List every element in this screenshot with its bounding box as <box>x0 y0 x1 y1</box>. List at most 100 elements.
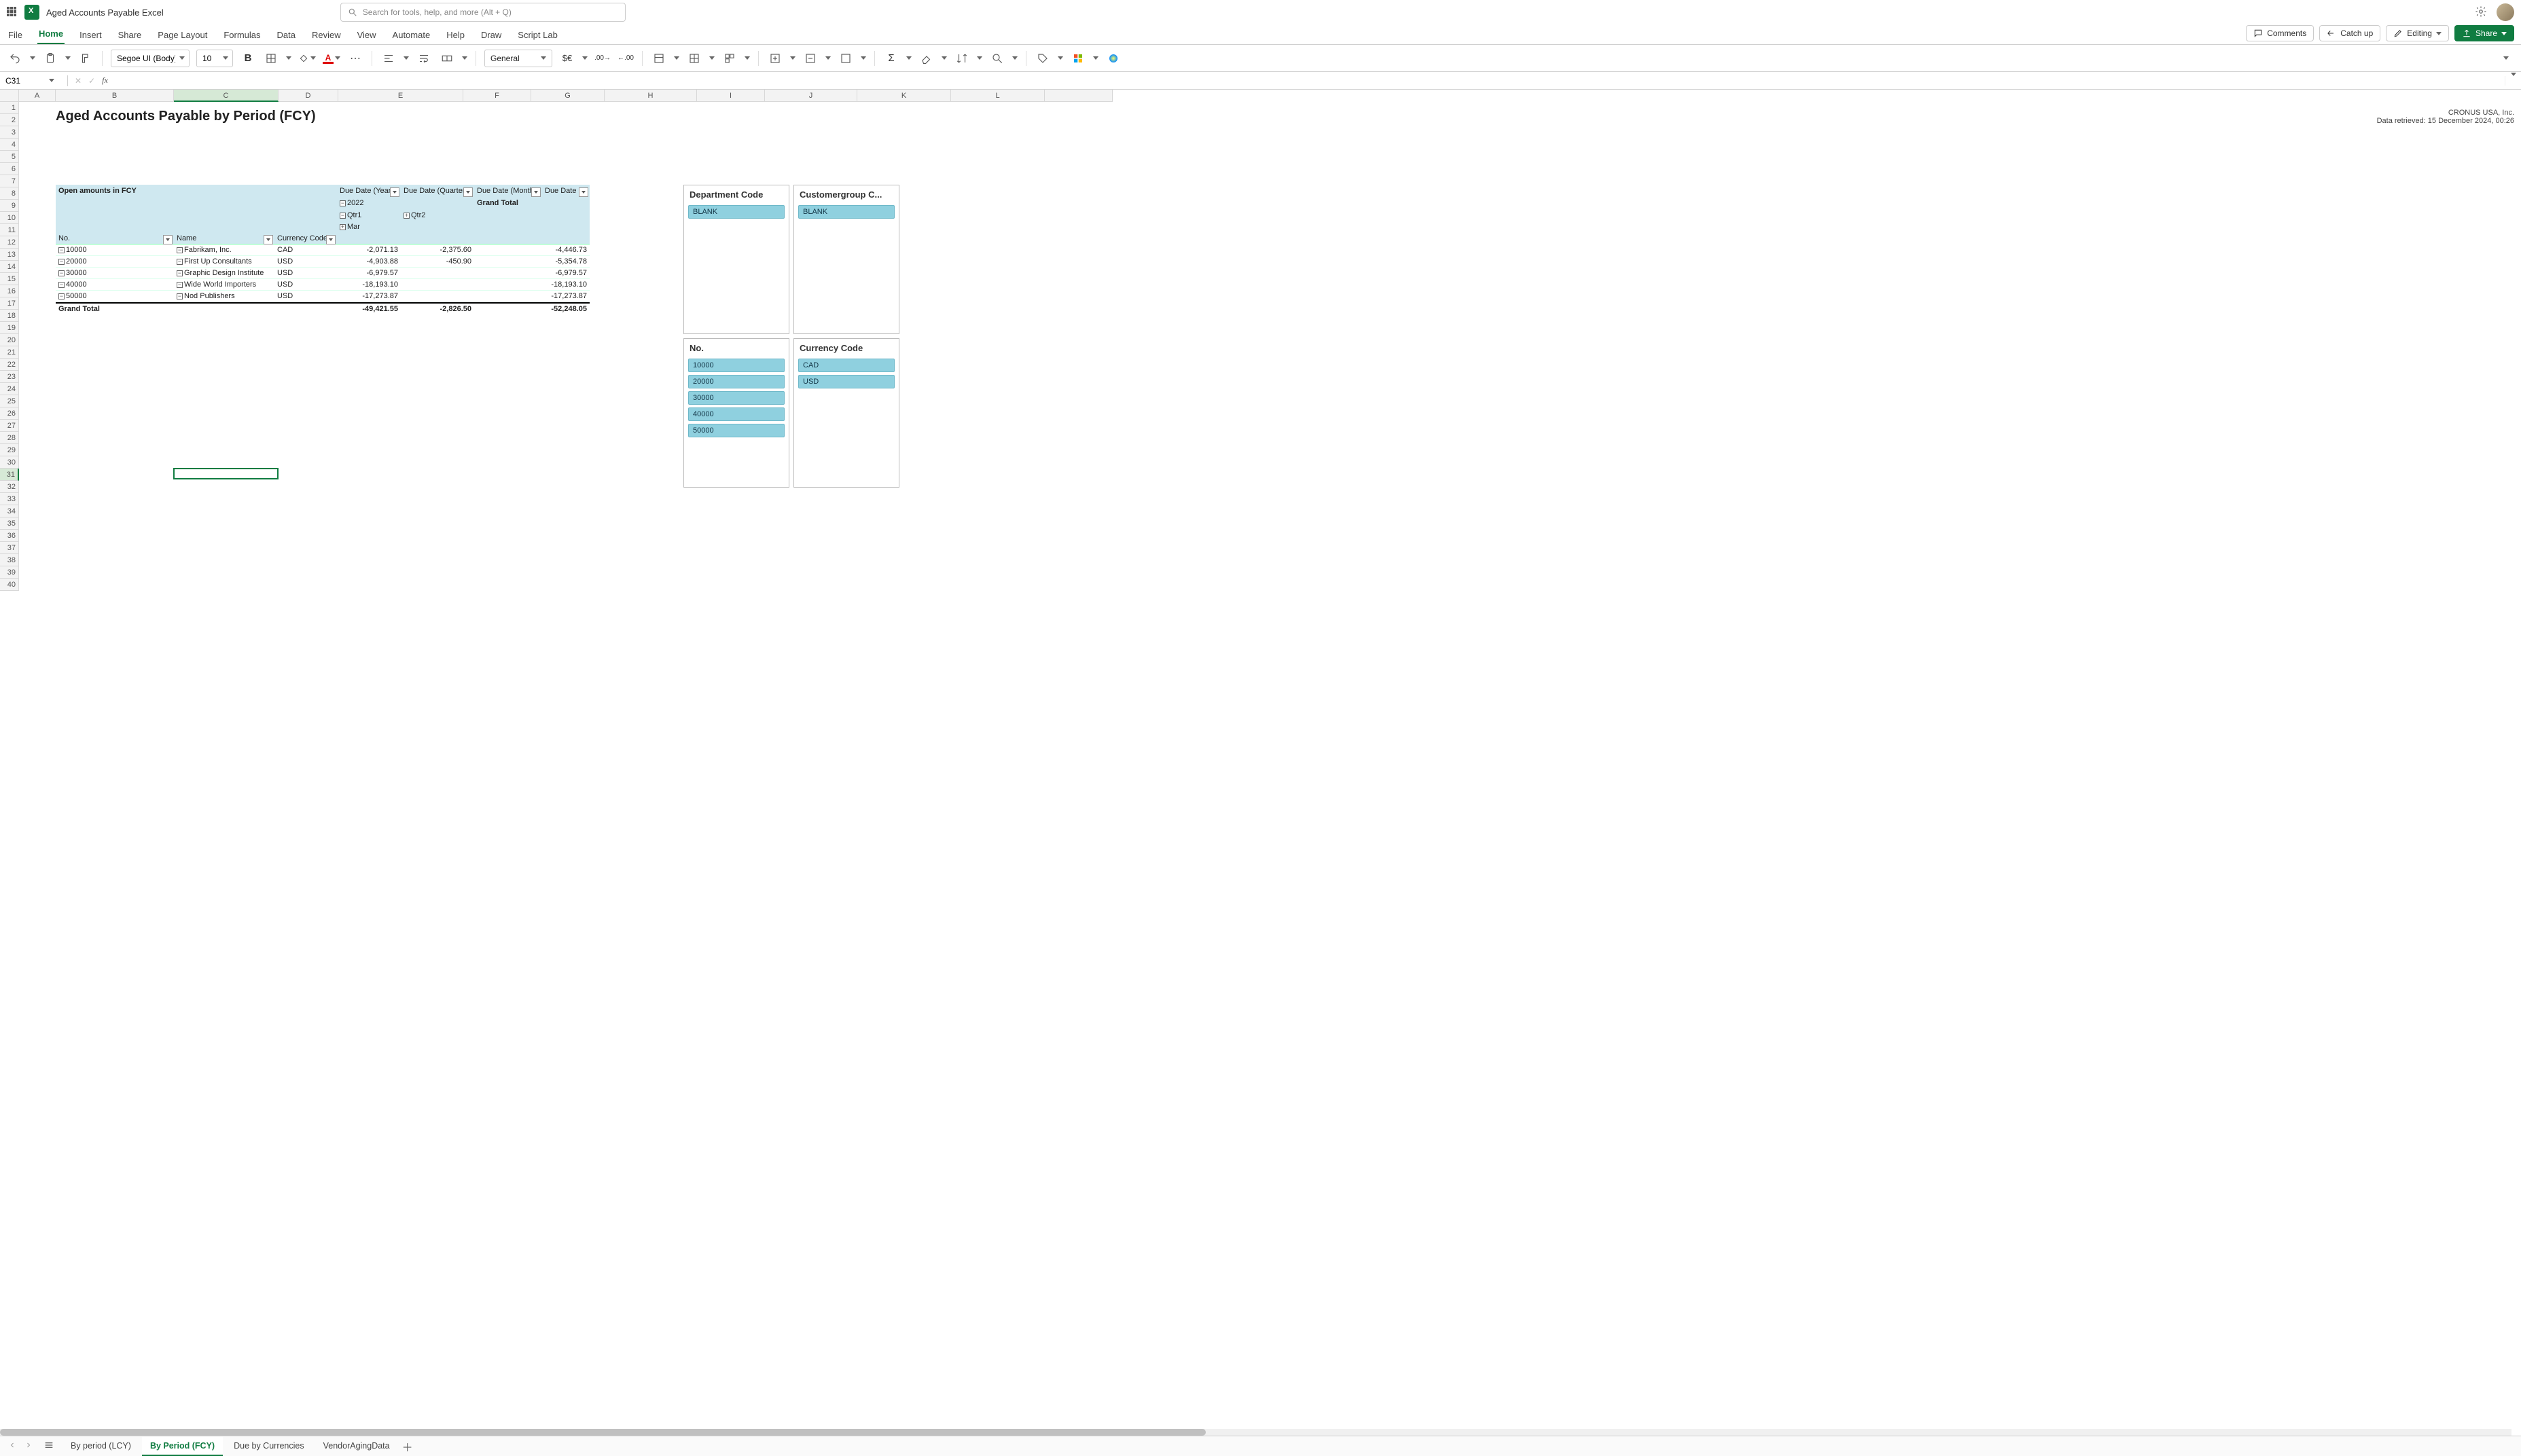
cell[interactable] <box>279 139 338 149</box>
chevron-down-icon[interactable] <box>790 56 795 60</box>
cell[interactable] <box>1045 334 1113 345</box>
cell[interactable] <box>174 579 279 589</box>
row-header[interactable]: 23 <box>0 371 19 383</box>
cell[interactable] <box>1045 151 1113 162</box>
cell[interactable] <box>1045 224 1113 235</box>
insert-cells-button[interactable] <box>767 50 783 67</box>
filter-dropdown-icon[interactable] <box>163 235 173 244</box>
cell[interactable] <box>857 566 951 577</box>
row-header[interactable]: 14 <box>0 261 19 273</box>
cell[interactable] <box>56 126 174 137</box>
cell[interactable] <box>951 151 1045 162</box>
apps-launcher-icon[interactable] <box>7 7 18 18</box>
chevron-down-icon[interactable] <box>404 56 409 60</box>
cell[interactable] <box>605 554 697 565</box>
merge-button[interactable] <box>439 50 455 67</box>
cell[interactable] <box>338 517 463 528</box>
cell[interactable] <box>765 151 857 162</box>
cell[interactable] <box>279 359 338 369</box>
cell[interactable] <box>765 493 857 504</box>
cell[interactable] <box>857 151 951 162</box>
cell[interactable] <box>531 432 605 443</box>
cell[interactable] <box>19 151 56 162</box>
cell[interactable] <box>531 322 605 333</box>
cell[interactable] <box>338 407 463 418</box>
cell[interactable] <box>951 200 1045 211</box>
cell[interactable] <box>857 505 951 516</box>
slicer-no[interactable]: No. 1000020000300004000050000 <box>683 338 789 488</box>
cell[interactable] <box>951 261 1045 272</box>
collapse-icon[interactable]: − <box>58 270 65 276</box>
cell[interactable] <box>1045 395 1113 406</box>
cell[interactable] <box>605 493 697 504</box>
collapse-icon[interactable]: − <box>177 282 183 288</box>
cell[interactable] <box>279 554 338 565</box>
cell[interactable] <box>338 579 463 589</box>
cell[interactable] <box>1045 175 1113 186</box>
slicer-item[interactable]: BLANK <box>798 205 895 219</box>
column-header[interactable]: K <box>857 90 951 102</box>
row-header[interactable]: 3 <box>0 126 19 139</box>
cell[interactable] <box>279 566 338 577</box>
column-header[interactable]: L <box>951 90 1045 102</box>
cell[interactable] <box>605 530 697 541</box>
row-header[interactable]: 12 <box>0 236 19 249</box>
chevron-down-icon[interactable] <box>1058 56 1063 60</box>
more-font-button[interactable]: ⋯ <box>347 50 363 67</box>
cell[interactable] <box>338 481 463 492</box>
cell[interactable] <box>338 432 463 443</box>
cell[interactable] <box>951 285 1045 296</box>
cell[interactable] <box>765 554 857 565</box>
cell[interactable] <box>463 346 531 357</box>
cell[interactable] <box>174 322 279 333</box>
expand-icon[interactable]: + <box>404 213 410 219</box>
row-header[interactable]: 21 <box>0 346 19 359</box>
cell[interactable] <box>463 395 531 406</box>
chevron-down-icon[interactable] <box>49 79 54 82</box>
number-format-select[interactable]: General <box>484 50 552 67</box>
cell[interactable] <box>56 481 174 492</box>
cell[interactable] <box>1045 187 1113 198</box>
row-header[interactable]: 2 <box>0 114 19 126</box>
row-header[interactable]: 10 <box>0 212 19 224</box>
row-header[interactable]: 25 <box>0 395 19 407</box>
cell[interactable] <box>1045 310 1113 321</box>
menu-automate[interactable]: Automate <box>391 27 432 44</box>
cell[interactable] <box>951 530 1045 541</box>
cell[interactable] <box>279 542 338 553</box>
cell[interactable] <box>463 126 531 137</box>
sort-filter-button[interactable] <box>954 50 970 67</box>
cell[interactable] <box>857 493 951 504</box>
cell[interactable] <box>857 530 951 541</box>
column-header[interactable]: D <box>279 90 338 102</box>
cell[interactable] <box>174 481 279 492</box>
cell[interactable] <box>279 395 338 406</box>
row-header[interactable]: 8 <box>0 187 19 200</box>
collapse-icon[interactable]: − <box>340 213 346 219</box>
collapse-icon[interactable]: − <box>177 270 183 276</box>
row-header[interactable]: 33 <box>0 493 19 505</box>
cell[interactable] <box>19 273 56 284</box>
cell[interactable] <box>1045 420 1113 431</box>
cell[interactable] <box>605 505 697 516</box>
menu-formulas[interactable]: Formulas <box>222 27 262 44</box>
slicer-customergroup-code[interactable]: Customergroup C... BLANK <box>793 185 899 334</box>
cell[interactable] <box>1045 530 1113 541</box>
cell[interactable] <box>19 163 56 174</box>
filter-dropdown-icon[interactable] <box>326 235 336 244</box>
cell[interactable] <box>463 407 531 418</box>
chevron-down-icon[interactable] <box>462 56 467 60</box>
cell[interactable] <box>174 444 279 455</box>
cell[interactable] <box>463 517 531 528</box>
cell[interactable] <box>463 371 531 382</box>
cell[interactable] <box>951 126 1045 137</box>
column-header[interactable] <box>1045 90 1113 102</box>
cell[interactable] <box>531 163 605 174</box>
sheet-tab[interactable]: By Period (FCY) <box>142 1437 223 1456</box>
cell[interactable] <box>174 517 279 528</box>
wrap-text-button[interactable] <box>416 50 432 67</box>
cell[interactable] <box>951 236 1045 247</box>
cell[interactable] <box>19 322 56 333</box>
cell[interactable] <box>697 517 765 528</box>
cell[interactable] <box>56 334 174 345</box>
